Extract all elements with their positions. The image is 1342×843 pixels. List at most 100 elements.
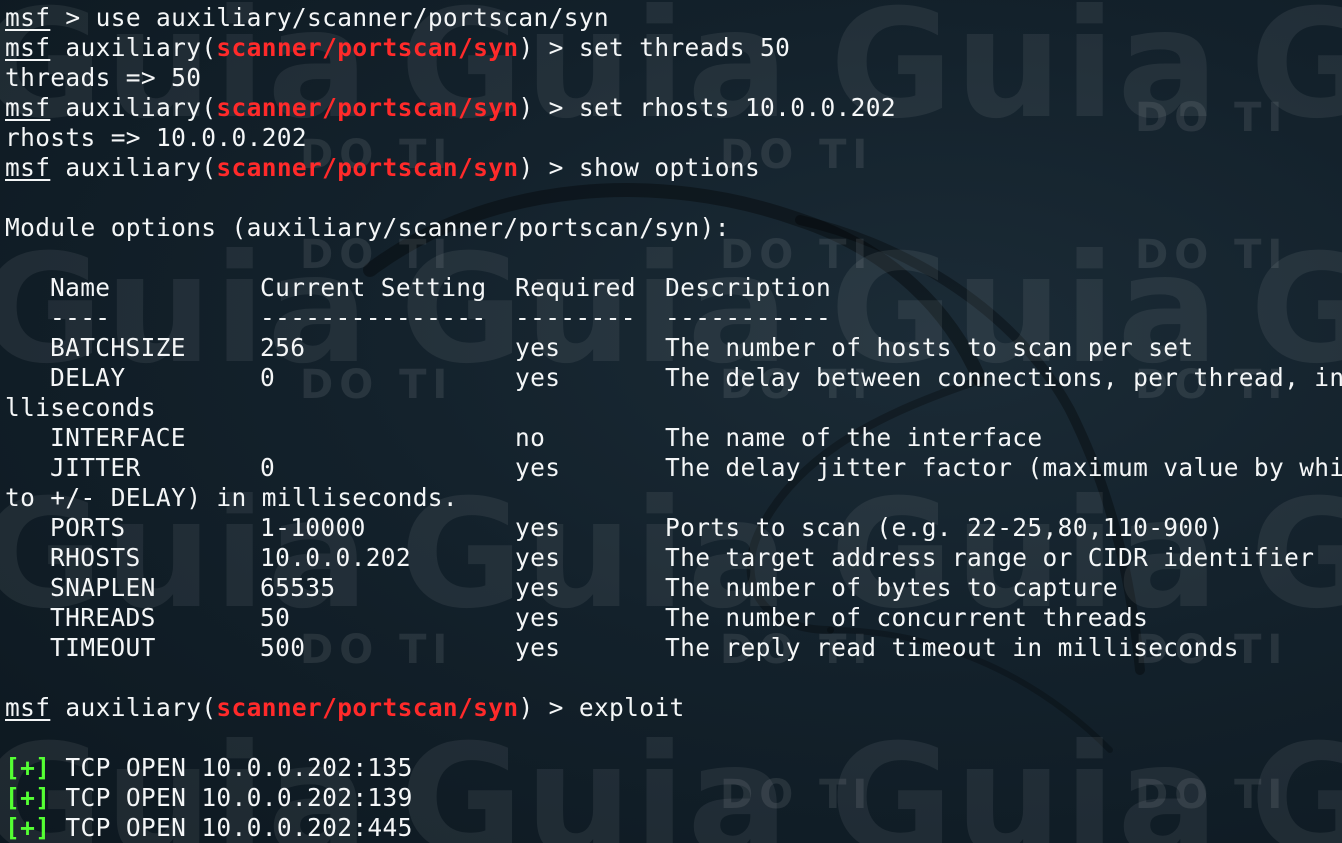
option-setting: 10.0.0.202 [260,543,412,572]
separator-description: ----------- [665,303,832,332]
option-required: yes [515,363,561,392]
option-setting: 65535 [260,573,336,602]
header-required: Required [515,273,636,302]
option-description: The delay between connections, per threa… [665,363,1342,392]
module-name: scanner/portscan/syn [216,153,519,182]
option-description: The name of the interface [665,423,1043,452]
table-row: BATCHSIZE 256 yes The number of hosts to sc… [5,333,1342,363]
separator-required: -------- [515,303,636,332]
option-name: BATCHSIZE [50,333,186,362]
option-setting: 500 [260,633,306,662]
description-wrap: lliseconds [5,393,157,422]
option-name: TIMEOUT [50,633,156,662]
option-description: The target address range or CIDR identif… [665,543,1315,572]
option-name: JITTER [50,453,141,482]
cmd-set-rhosts: set rhosts 10.0.0.202 [578,93,896,122]
option-name: INTERFACE [50,423,186,452]
result-line: [+] TCP OPEN 10.0.0.202:135 [5,753,1342,783]
table-row: JITTER 0 yes The delay jitter factor (maxim… [5,453,1342,483]
option-name: PORTS [50,513,126,542]
msf-prompt: msf [5,33,51,62]
separator-name: ---- [50,303,111,332]
result-line: [+] TCP OPEN 10.0.0.202:445 [5,813,1342,843]
prompt-suffix: ) > [518,153,579,182]
option-required: yes [515,453,561,482]
table-row: INTERFACE no The name of the interface [5,423,1342,453]
separator-setting: --------------- [260,303,487,332]
option-setting: 1-10000 [260,513,366,542]
option-required: yes [515,603,561,632]
msf-prompt: msf [5,3,51,32]
table-row: RHOSTS 10.0.0.202 yes The target address ra… [5,543,1342,573]
table-row: THREADS 50 yes The number of concurrent thr… [5,603,1342,633]
result-text: TCP OPEN 10.0.0.202:135 [50,753,413,782]
table-separator-row: ---- --------------- -------- ----------- [5,303,1342,333]
msf-prompt: msf [5,93,51,122]
module-name: scanner/portscan/syn [216,33,519,62]
option-required: yes [515,543,561,572]
success-marker: [+] [5,783,51,812]
table-row: PORTS 1-10000 yes Ports to scan (e.g. 22-25… [5,513,1342,543]
option-required: yes [515,333,561,362]
output-rhosts: rhosts => 10.0.0.202 [5,123,308,152]
prompt-prefix: auxiliary( [50,693,217,722]
scan-results: [+] TCP OPEN 10.0.0.202:135 [+] TCP OPEN … [5,753,1342,843]
prompt-line: msf auxiliary(scanner/portscan/syn) > ex… [5,693,1342,723]
cmd-exploit: exploit [578,693,685,722]
cmd-use-line: msf > use auxiliary/scanner/portscan/syn [5,3,1342,33]
header-current-setting: Current Setting [260,273,487,302]
option-setting: 0 [260,363,276,392]
option-required: yes [515,633,561,662]
header-description: Description [665,273,832,302]
module-name: scanner/portscan/syn [216,693,519,722]
prompt-prefix: auxiliary( [50,33,217,62]
option-description: The number of hosts to scan per set [665,333,1194,362]
option-description: The number of concurrent threads [665,603,1149,632]
terminal-output: msf > use auxiliary/scanner/portscan/syn… [0,0,1342,843]
option-name: THREADS [50,603,156,632]
msf-prompt: msf [5,153,51,182]
result-text: TCP OPEN 10.0.0.202:139 [50,783,413,812]
cmd-show-options: show options [578,153,761,182]
msf-prompt: msf [5,693,51,722]
option-setting: 256 [260,333,306,362]
module-options-header: Module options (auxiliary/scanner/portsc… [5,213,730,242]
header-name: Name [50,273,111,302]
module-name: scanner/portscan/syn [216,93,519,122]
option-required: yes [515,513,561,542]
prompt-prefix: auxiliary( [50,93,217,122]
option-setting: 50 [260,603,291,632]
prompt-suffix: ) > [518,693,579,722]
output-threads: threads => 50 [5,63,202,92]
prompt-prefix: auxiliary( [50,153,217,182]
table-row: TIMEOUT 500 yes The reply read timeout in m… [5,633,1342,663]
success-marker: [+] [5,813,51,842]
options-table-rows: BATCHSIZE 256 yes The number of hosts to sc… [5,333,1342,663]
option-name: DELAY [50,363,126,392]
option-setting: 0 [260,453,276,482]
prompt-suffix: ) > [518,93,579,122]
cmd-use-text: > use auxiliary/scanner/portscan/syn [50,3,610,32]
option-description: Ports to scan (e.g. 22-25,80,110-900) [665,513,1224,542]
terminal-window[interactable]: GuiaGuiaGuiaGuiaGuiaGuiaGuiaGuiaGuiaGuia… [0,0,1342,843]
option-required: yes [515,573,561,602]
prompt-line: msf auxiliary(scanner/portscan/syn) > se… [5,93,1342,123]
prompt-line: msf auxiliary(scanner/portscan/syn) > sh… [5,153,1342,183]
prompt-suffix: ) > [518,33,579,62]
option-name: RHOSTS [50,543,141,572]
table-row: SNAPLEN 65535 yes The number of bytes to ca… [5,573,1342,603]
prompt-line: msf auxiliary(scanner/portscan/syn) > se… [5,33,1342,63]
option-name: SNAPLEN [50,573,156,602]
table-row: DELAY 0 yes The delay between connections, … [5,363,1342,393]
description-wrap: to +/- DELAY) in milliseconds. [5,483,459,512]
result-text: TCP OPEN 10.0.0.202:445 [50,813,413,842]
option-required: no [515,423,546,452]
cmd-set-threads: set threads 50 [578,33,791,62]
option-description: The number of bytes to capture [665,573,1119,602]
result-line: [+] TCP OPEN 10.0.0.202:139 [5,783,1342,813]
option-description: The reply read timeout in milliseconds [665,633,1239,662]
